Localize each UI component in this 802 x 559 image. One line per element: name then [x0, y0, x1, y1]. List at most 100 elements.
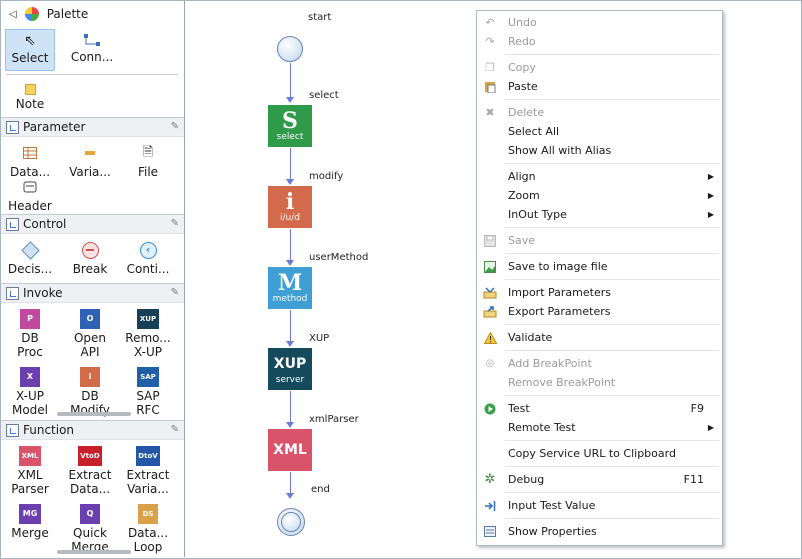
menu-item-save-to-image-file[interactable]: Save to image file: [477, 257, 722, 276]
copy-icon: ❐: [485, 61, 495, 74]
tool-note[interactable]: Note: [5, 81, 55, 113]
menu-item-import-parameters[interactable]: Import Parameters: [477, 283, 722, 302]
palette-item-extract-variable[interactable]: DtoV Extract Varia...: [119, 446, 177, 496]
menu-item-remote-test[interactable]: Remote Test ▶: [477, 418, 722, 437]
palette-item-file[interactable]: 🗎 File: [119, 143, 177, 180]
drawer-invoke-header[interactable]: Invoke ✎: [1, 283, 184, 303]
menu-separator: [505, 492, 719, 493]
start-node[interactable]: [277, 36, 303, 62]
menu-item-export-parameters[interactable]: Export Parameters: [477, 302, 722, 321]
break-icon: [80, 240, 100, 260]
menu-item-save[interactable]: Save: [477, 231, 722, 250]
palette-item-db-proc[interactable]: P DB Proc: [1, 309, 59, 359]
select-node[interactable]: S select: [268, 105, 312, 147]
menu-item-label: Zoom: [508, 189, 540, 202]
menu-item-select-all[interactable]: Select All: [477, 122, 722, 141]
palette-item-xml-parser[interactable]: XML XML Parser: [1, 446, 59, 496]
palette-item-break[interactable]: Break: [61, 240, 119, 276]
end-node[interactable]: [277, 508, 305, 536]
node-caption: select: [276, 132, 304, 142]
menu-item-show-all-with-alias[interactable]: Show All with Alias: [477, 141, 722, 160]
menu-item-debug[interactable]: ✲ Debug F11: [477, 470, 722, 489]
menu-item-redo[interactable]: ↷ Redo: [477, 32, 722, 51]
palette-item-open-api[interactable]: O Open API: [61, 309, 119, 359]
palette-item-continue[interactable]: ‹ Conti...: [119, 240, 177, 276]
submenu-arrow-icon: ▶: [707, 423, 714, 432]
menu-item-test[interactable]: Test F9: [477, 399, 722, 418]
menu-item-label: Redo: [508, 35, 536, 48]
data-loop-icon: DS: [138, 504, 158, 524]
menu-item-label: InOut Type: [508, 208, 567, 221]
item-label: Header: [8, 199, 52, 213]
pin-icon[interactable]: ✎: [171, 287, 179, 298]
palette-item-remote-xup[interactable]: XUP Remo... X-UP: [119, 309, 177, 359]
palette-item-sap-rfc[interactable]: SAP SAP RFC: [119, 367, 177, 417]
menu-item-copy[interactable]: ❐ Copy: [477, 58, 722, 77]
menu-item-copy-service-url[interactable]: Copy Service URL to Clipboard: [477, 444, 722, 463]
pin-icon[interactable]: ✎: [171, 218, 179, 229]
drawer-parameter-header[interactable]: Parameter ✎: [1, 117, 184, 137]
item-label: Varia...: [69, 165, 111, 179]
sap-rfc-icon: SAP: [137, 367, 159, 387]
drawer-control-header[interactable]: Control ✎: [1, 214, 184, 234]
item-label: Extract: [126, 468, 170, 482]
menu-item-remove-breakpoint[interactable]: Remove BreakPoint: [477, 373, 722, 392]
image-icon: [483, 260, 497, 274]
connector-arrow: [286, 341, 294, 347]
tool-select-label: Select: [11, 51, 49, 65]
tool-select[interactable]: ⇖ Select: [5, 29, 55, 71]
menu-item-paste[interactable]: Paste: [477, 77, 722, 96]
menu-separator: [505, 279, 719, 280]
palette-item-merge[interactable]: MG Merge: [1, 504, 59, 540]
menu-item-zoom[interactable]: Zoom ▶: [477, 186, 722, 205]
xmlparser-node[interactable]: XML: [268, 429, 312, 471]
menu-item-add-breakpoint[interactable]: ◎ Add BreakPoint: [477, 354, 722, 373]
item-label-2: API: [80, 345, 100, 359]
palette-item-data-loop[interactable]: DS Data... Loop: [119, 504, 177, 554]
palette-item-xup-model[interactable]: X X-UP Model: [1, 367, 59, 417]
drawer-icon: [6, 217, 19, 231]
palette-item-db-modify[interactable]: i DB Modify: [61, 367, 119, 417]
menu-item-delete[interactable]: ✖ Delete: [477, 103, 722, 122]
pin-icon[interactable]: ✎: [171, 121, 179, 132]
invoke-scrollbar[interactable]: [57, 412, 131, 416]
node-glyph: XML: [273, 442, 307, 458]
menu-item-label: Undo: [508, 16, 537, 29]
file-icon: 🗎: [142, 145, 154, 160]
collapse-palette-icon[interactable]: ◁: [9, 9, 17, 20]
menu-item-input-test-value[interactable]: Input Test Value: [477, 496, 722, 515]
drawer-invoke: Invoke ✎ P DB Proc O Open API XUP Remo..…: [1, 283, 184, 419]
connector-line: [290, 229, 291, 262]
drawer-title: Invoke: [23, 286, 63, 300]
xup-node[interactable]: XUP server: [268, 348, 312, 390]
tool-connection[interactable]: Conn...: [63, 29, 121, 71]
palette-item-decision[interactable]: Decis...: [1, 240, 59, 276]
palette-item-header[interactable]: Header: [1, 177, 59, 213]
menu-item-align[interactable]: Align ▶: [477, 167, 722, 186]
drawer-function-header[interactable]: Function ✎: [1, 420, 184, 440]
palette-item-data[interactable]: Data...: [1, 143, 59, 179]
node-caption: method: [272, 294, 308, 304]
menu-item-undo[interactable]: ↶ Undo: [477, 13, 722, 32]
function-scrollbar[interactable]: [57, 550, 131, 554]
pin-icon[interactable]: ✎: [171, 424, 179, 435]
menu-item-label: Input Test Value: [508, 499, 596, 512]
header-icon: [20, 177, 40, 197]
modify-node[interactable]: i i/u/d: [268, 186, 312, 228]
menu-item-show-properties[interactable]: Show Properties: [477, 522, 722, 541]
db-modify-icon: i: [80, 367, 100, 387]
node-label-usermethod: userMethod: [309, 252, 369, 263]
item-label: Data...: [127, 526, 169, 540]
palette-item-quick-merge[interactable]: Q Quick Merge: [61, 504, 119, 554]
drawer-title: Parameter: [23, 120, 86, 134]
quick-merge-icon: Q: [80, 504, 100, 524]
palette-item-variable[interactable]: Varia...: [61, 143, 119, 179]
menu-item-validate[interactable]: Validate: [477, 328, 722, 347]
menu-item-inout-type[interactable]: InOut Type ▶: [477, 205, 722, 224]
usermethod-node[interactable]: M method: [268, 267, 312, 309]
menu-separator: [505, 99, 719, 100]
item-label: DB: [81, 389, 99, 403]
palette-item-extract-data[interactable]: VtoD Extract Data...: [61, 446, 119, 496]
menu-separator: [505, 440, 719, 441]
menu-separator: [505, 350, 719, 351]
